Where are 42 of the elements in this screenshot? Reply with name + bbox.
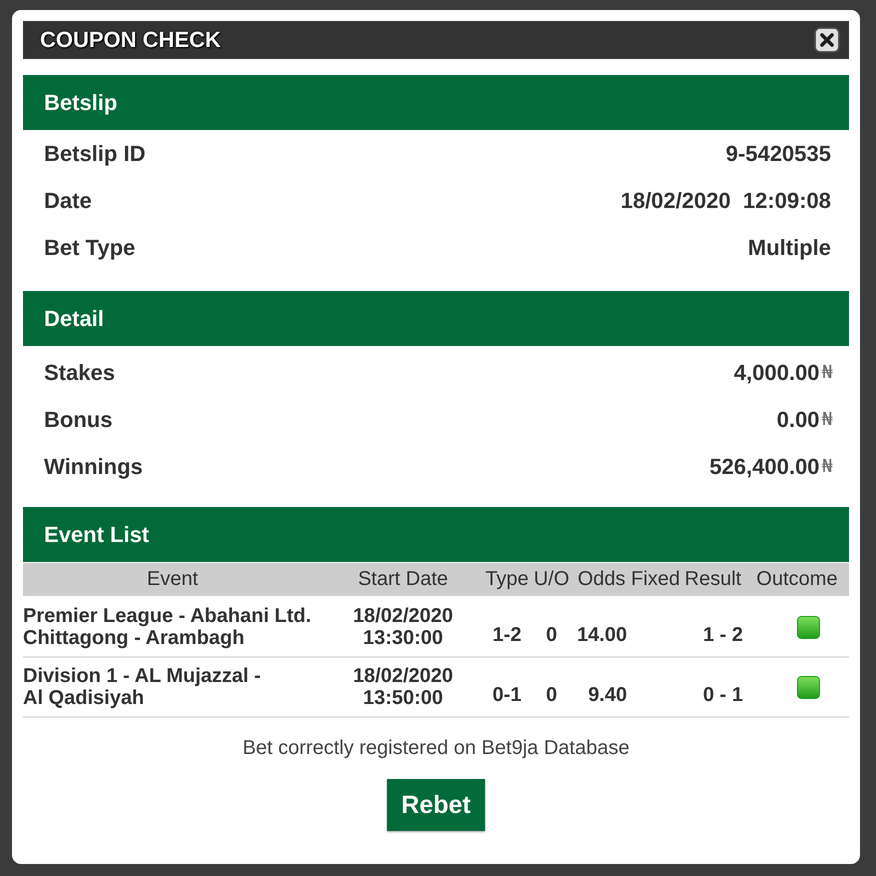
status-message: Bet correctly registered on Bet9ja Database [242, 737, 630, 759]
amount-value: 526,400.00 [709, 454, 820, 480]
table-cell: 0-1 [492, 684, 522, 706]
table-cell: 9.40 [588, 684, 627, 706]
close-icon[interactable] [814, 27, 840, 53]
field-value: 18/02/2020 12:09:08 [620, 188, 831, 214]
column-header: Odds [578, 568, 626, 591]
table-cell: 0 - 1 [702, 684, 743, 706]
amount-value: 4,000.00 [734, 360, 820, 386]
rebet-button[interactable]: Rebet [387, 779, 485, 831]
field-label: Bet Type [44, 234, 136, 260]
start-date: 18/02/2020 13:50:00 [352, 665, 454, 709]
start-date: 18/02/2020 13:30:00 [352, 605, 454, 649]
event-name: Premier League - Abahani Ltd. Chittagong - Arambagh [23, 605, 312, 649]
currency-symbol: ₦ [822, 456, 833, 477]
column-header: Result [684, 568, 742, 591]
column-header: Fixed [631, 568, 680, 591]
field-label: Betslip ID [44, 140, 146, 166]
currency-symbol: ₦ [822, 362, 833, 383]
column-header: Outcome [756, 568, 838, 591]
column-header: Event [146, 568, 198, 591]
table-cell: 1-2 [492, 624, 522, 646]
field-value: Multiple [748, 234, 831, 260]
amount-value: 0.00 [776, 406, 820, 432]
field-label: Bonus [44, 406, 112, 432]
field-label: Date [44, 188, 92, 214]
table-cell: 1 - 2 [702, 624, 743, 646]
section-header: Event List [23, 507, 849, 562]
event-name: Division 1 - AL Mujazzal - Al Qadisiyah [23, 665, 261, 709]
field-label: Stakes [44, 360, 115, 386]
column-header: Start Date [358, 568, 448, 591]
currency-symbol: ₦ [822, 409, 833, 430]
column-header: U/O [534, 568, 570, 591]
section-header: Betslip [23, 75, 849, 130]
table-cell: 14.00 [576, 624, 627, 646]
field-label: Winnings [44, 454, 143, 480]
table-cell: 0 [546, 684, 558, 706]
column-header: Type [485, 568, 529, 591]
table-cell: 0 [546, 624, 558, 646]
section-header: Detail [23, 291, 849, 346]
dialog-title: COUPON CHECK [40, 27, 221, 53]
field-value: 9-5420535 [726, 140, 831, 166]
